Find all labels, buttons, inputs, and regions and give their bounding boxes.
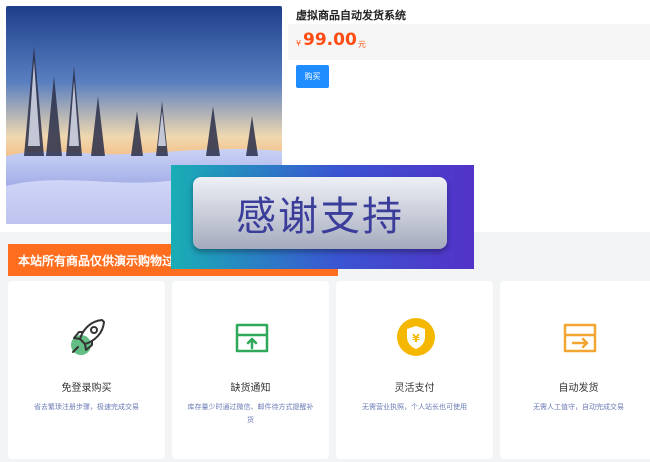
price-currency: ¥ <box>296 39 302 48</box>
banner-text: 感谢支持 <box>236 194 404 240</box>
feature-desc: 无需营业执照，个人站长也可使用 <box>362 403 467 411</box>
feature-title: 灵活支付 <box>394 383 435 394</box>
feature-desc: 省去繁琐注册步骤，极速完成交易 <box>34 403 139 411</box>
price-value: 99.00 <box>303 30 357 50</box>
thanks-banner: 感谢支持 <box>171 165 474 269</box>
feature-desc: 库存量少时通过微信、邮件待方式提醒补货 <box>187 403 314 424</box>
buy-button[interactable]: 购买 <box>296 65 329 88</box>
feature-desc: 无需人工值守，自动完成交易 <box>533 403 624 411</box>
box-notify-icon <box>233 317 271 357</box>
price-unit: 元 <box>358 40 366 49</box>
price-box: ¥ 99.00 元 <box>288 24 650 60</box>
feature-title: 自动发货 <box>558 383 599 394</box>
feature-card-no-login: 免登录购买 省去繁琐注册步骤，极速完成交易 <box>8 281 165 459</box>
shield-coin-icon: ¥ <box>397 317 435 357</box>
banner-plate: 感谢支持 <box>193 177 447 249</box>
feature-title: 免登录购买 <box>61 383 112 394</box>
svg-text:¥: ¥ <box>412 332 420 345</box>
feature-title: 缺货通知 <box>230 383 271 394</box>
rocket-icon <box>69 317 107 357</box>
feature-card-stock-notice: 缺货通知 库存量少时通过微信、邮件待方式提醒补货 <box>172 281 329 459</box>
box-deliver-icon <box>561 317 599 357</box>
product-title: 虚拟商品自动发货系统 <box>296 9 406 22</box>
feature-card-auto-delivery: 自动发货 无需人工值守，自动完成交易 <box>500 281 650 459</box>
feature-card-payment: ¥ 灵活支付 无需营业执照，个人站长也可使用 <box>336 281 493 459</box>
